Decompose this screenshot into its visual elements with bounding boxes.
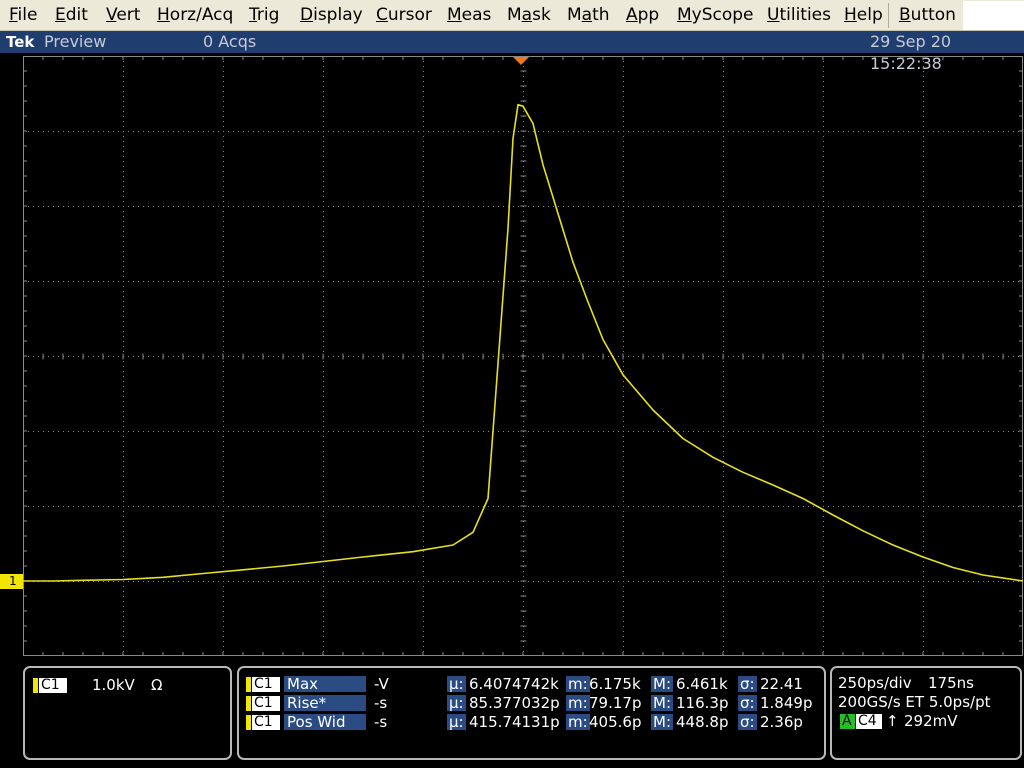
channel-name: C1 xyxy=(39,678,67,693)
horizontal-position: 175ns xyxy=(928,674,974,692)
brand-label: Tek xyxy=(6,33,35,51)
horizontal-scale: 250ps/div xyxy=(838,674,912,692)
menu-item[interactable]: MyScope xyxy=(677,0,754,31)
measurement-value: -V xyxy=(374,675,389,693)
termination-icon: Ω xyxy=(151,676,163,694)
min-label: m: xyxy=(566,675,590,693)
channel-color-stripe xyxy=(33,678,38,693)
measurement-mean: 415.74131p xyxy=(469,713,560,731)
menu-item[interactable]: Math xyxy=(567,0,610,31)
channel-1-ground-marker[interactable]: 1 xyxy=(0,574,23,589)
measurement-panel[interactable]: C1 Max -V µ: 6.4074742k m: 6.175k M: 6.461k σ: 22.… xyxy=(237,666,826,760)
measurement-std-dev: 22.41 xyxy=(760,675,803,693)
measurement-min: 6.175k xyxy=(589,675,641,693)
measurement-source: C1 xyxy=(252,696,280,711)
measurement-name: Rise* xyxy=(284,695,366,711)
menu-item[interactable]: Horz/Acq xyxy=(157,0,233,31)
measurement-max: 448.8p xyxy=(676,713,729,731)
max-label: M: xyxy=(651,713,673,731)
std-dev-label: σ: xyxy=(738,694,757,712)
menu-item[interactable]: Meas xyxy=(447,0,491,31)
menu-item[interactable]: Button xyxy=(899,0,956,31)
trigger-position-icon[interactable] xyxy=(512,56,530,66)
mean-label: µ: xyxy=(447,713,466,731)
min-label: m: xyxy=(566,694,590,712)
menu-item[interactable]: Help xyxy=(844,0,883,31)
std-dev-label: σ: xyxy=(738,675,757,693)
trigger-slope-icon: ↑ xyxy=(886,712,899,730)
menu-item[interactable]: App xyxy=(626,0,659,31)
measurement-std-dev: 2.36p xyxy=(760,713,803,731)
max-label: M: xyxy=(651,675,673,693)
measurement-mean: 6.4074742k xyxy=(469,675,559,693)
measurement-value: -s xyxy=(374,713,388,731)
menu-item[interactable]: Mask xyxy=(507,0,551,31)
menu-item[interactable]: Vert xyxy=(106,0,140,31)
measurement-name: Max xyxy=(284,676,366,692)
measurement-name: Pos Wid xyxy=(284,714,366,730)
menu-item[interactable]: Edit xyxy=(55,0,88,31)
menu-item[interactable]: Cursor xyxy=(376,0,432,31)
measurement-source: C1 xyxy=(252,677,280,692)
min-label: m: xyxy=(566,713,590,731)
measurement-min: 405.6p xyxy=(589,713,642,731)
trigger-level: 292mV xyxy=(904,712,958,730)
measurement-min: 79.17p xyxy=(589,694,642,712)
sample-rate: 200GS/s ET 5.0ps/pt xyxy=(838,693,991,711)
menu-item[interactable]: File xyxy=(9,0,37,31)
measurement-max: 116.3p xyxy=(676,694,729,712)
trigger-mode: A xyxy=(840,714,855,729)
channel-readout-panel[interactable]: C1 1.0kV Ω xyxy=(23,666,232,760)
menu-item[interactable]: Utilities xyxy=(767,0,831,31)
menu-separator xyxy=(888,3,889,28)
measurement-value: -s xyxy=(374,694,388,712)
menu-bar: File Edit Vert Horz/Acq Trig Display Cursor Mea… xyxy=(0,0,1024,31)
trigger-source: C4 xyxy=(856,714,882,729)
mean-label: µ: xyxy=(447,675,466,693)
waveform-display[interactable] xyxy=(23,56,1023,656)
run-mode: Preview xyxy=(44,32,107,51)
menu-item[interactable]: Trig xyxy=(249,0,279,31)
menu-bar-end xyxy=(963,1,1024,30)
horizontal-trigger-panel[interactable]: 250ps/div 175ns 200GS/s ET 5.0ps/pt A C4… xyxy=(830,666,1022,760)
mean-label: µ: xyxy=(447,694,466,712)
max-label: M: xyxy=(651,694,673,712)
std-dev-label: σ: xyxy=(738,713,757,731)
acquisition-count: 0 Acqs xyxy=(203,32,257,51)
measurement-std-dev: 1.849p xyxy=(760,694,813,712)
measurement-source: C1 xyxy=(252,715,280,730)
measurement-max: 6.461k xyxy=(676,675,728,693)
measurement-mean: 85.377032p xyxy=(469,694,560,712)
menu-item[interactable]: Display xyxy=(300,0,363,31)
measurement-color-stripe xyxy=(246,677,251,692)
status-bar: Tek Preview 0 Acqs 29 Sep 20 15:22:38 xyxy=(0,31,1024,73)
vertical-scale: 1.0kV xyxy=(92,676,135,694)
measurement-color-stripe xyxy=(246,715,251,730)
measurement-color-stripe xyxy=(246,696,251,711)
